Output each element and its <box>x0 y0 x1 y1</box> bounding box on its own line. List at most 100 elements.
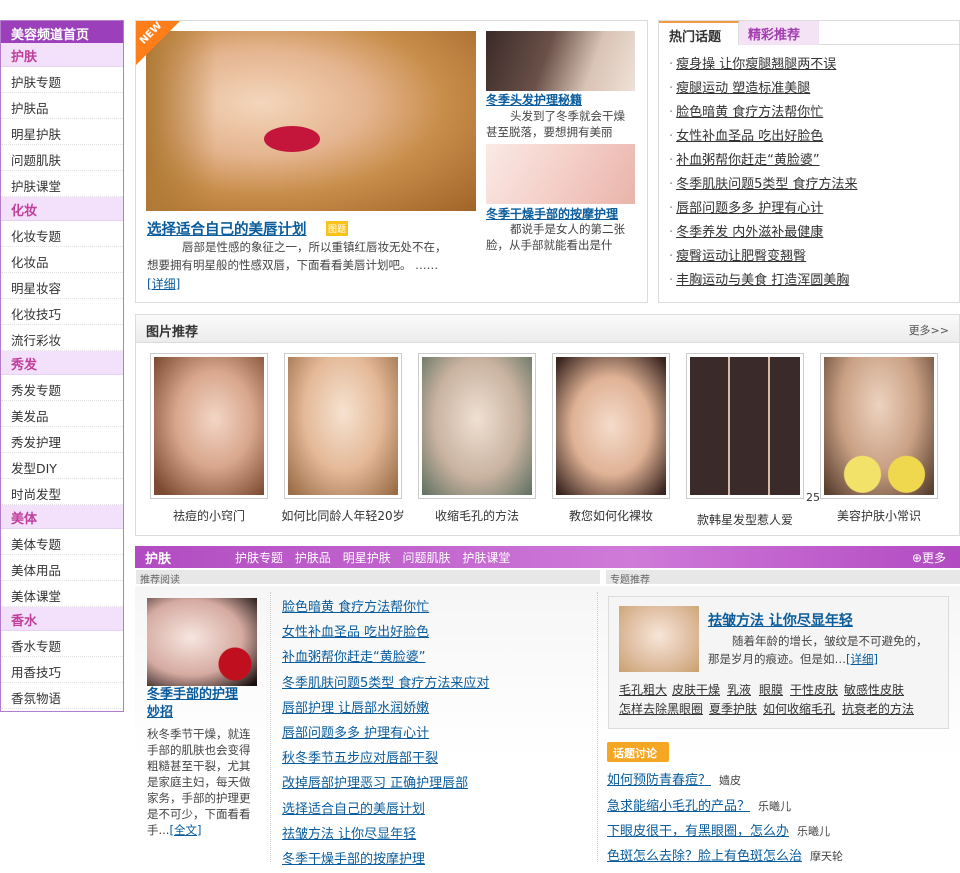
list-item[interactable]: · 女性补血圣品 吃出好脸色 <box>669 125 959 149</box>
article-link[interactable]: 脸色暗黄 食疗方法帮你忙 <box>282 596 489 621</box>
nav-cat-body[interactable]: 美体 <box>1 505 123 529</box>
topic-title[interactable]: 祛皱方法 让你尽显年轻 <box>708 610 853 630</box>
list-item[interactable]: · 瘦臀运动让肥臀变翘臀 <box>669 245 959 269</box>
nav-item[interactable]: 美体课堂 <box>1 581 123 607</box>
article-link[interactable]: 冬季肌肤问题5类型 食疗方法来应对 <box>282 672 489 697</box>
tag-link[interactable]: 抗衰老的方法 <box>842 700 914 717</box>
discussion-item[interactable]: 急求能缩小毛孔的产品？ 乐曦儿 <box>607 795 791 814</box>
full-text-link[interactable]: [全文] <box>169 823 201 837</box>
bullet-icon: · <box>669 177 674 192</box>
nav-item[interactable]: 化妆技巧 <box>1 299 123 325</box>
subnav-link[interactable]: 护肤课堂 <box>462 551 510 565</box>
nav-item[interactable]: 秀发护理 <box>1 427 123 453</box>
discussion-item[interactable]: 下眼皮很干，有黑眼圈，怎么办 乐曦儿 <box>607 820 830 839</box>
article-link[interactable]: 补血粥帮你赶走“黄脸婆” <box>282 646 489 671</box>
list-item[interactable]: · 脸色暗黄 食疗方法帮你忙 <box>669 101 959 125</box>
featured-side1-title[interactable]: 冬季头发护理秘籍 <box>486 91 582 108</box>
featured-side2-photo[interactable] <box>486 144 635 204</box>
tag-link[interactable]: 怎样去除黑眼圈 <box>619 700 703 717</box>
picture-card[interactable] <box>284 353 402 499</box>
nav-item[interactable]: 化妆专题 <box>1 221 123 247</box>
nav-item[interactable]: 流行彩妆 <box>1 325 123 351</box>
nav-cat-skincare[interactable]: 护肤 <box>1 43 123 67</box>
nav-item[interactable]: 用香技巧 <box>1 657 123 683</box>
nav-item[interactable]: 美体专题 <box>1 529 123 555</box>
nav-item[interactable]: 发型DIY <box>1 453 123 479</box>
picture-card[interactable] <box>418 353 536 499</box>
picture-card[interactable] <box>820 353 938 499</box>
discussion-author: 乐曦儿 <box>758 800 792 813</box>
subnav-link[interactable]: 明星护肤 <box>343 551 391 565</box>
article-link[interactable]: 女性补血圣品 吃出好脸色 <box>282 621 489 646</box>
nav-item[interactable]: 护肤课堂 <box>1 171 123 197</box>
nav-item[interactable]: 护肤专题 <box>1 67 123 93</box>
subnav-link[interactable]: 护肤专题 <box>235 551 283 565</box>
article-title[interactable]: 冬季手部的护理 妙招 <box>147 686 271 722</box>
tag-link[interactable]: 毛孔粗大 <box>619 681 667 698</box>
subnav-link[interactable]: 护肤品 <box>295 551 331 565</box>
article-link[interactable]: 选择适合自己的美唇计划 <box>282 798 489 823</box>
list-item[interactable]: · 补血粥帮你赶走“黄脸婆” <box>669 149 959 173</box>
picture-caption[interactable]: 如何比同龄人年轻20岁 <box>276 507 410 524</box>
article-link[interactable]: 秋冬季节五步应对唇部干裂 <box>282 747 489 772</box>
nav-item[interactable]: 明星妆容 <box>1 273 123 299</box>
tab-featured-picks[interactable]: 精彩推荐 <box>739 21 819 45</box>
discussion-item[interactable]: 色斑怎么去除？脸上有色斑怎么治 摩天轮 <box>607 845 843 864</box>
tab-hot-topics[interactable]: 热门话题 <box>659 21 739 45</box>
picture-card[interactable] <box>552 353 670 499</box>
picture-card[interactable] <box>150 353 268 499</box>
featured-main-more-link[interactable]: [详细] <box>147 275 180 292</box>
tag-link[interactable]: 夏季护肤 <box>709 700 757 717</box>
nav-cat-perfume[interactable]: 香水 <box>1 607 123 631</box>
nav-item[interactable]: 秀发专题 <box>1 375 123 401</box>
list-item[interactable]: · 唇部问题多多 护理有心计 <box>669 197 959 221</box>
nav-item[interactable]: 明星护肤 <box>1 119 123 145</box>
nav-header[interactable]: 美容频道首页 <box>1 21 123 43</box>
article-link[interactable]: 改掉唇部护理恶习 正确护理唇部 <box>282 772 489 797</box>
picture-caption[interactable]: 美容护肤小常识 <box>812 507 946 524</box>
tag-link[interactable]: 眼膜 <box>759 681 783 698</box>
list-item[interactable]: · 冬季养发 内外滋补最健康 <box>669 221 959 245</box>
nav-item[interactable]: 护肤品 <box>1 93 123 119</box>
featured-side1-photo[interactable] <box>486 31 635 91</box>
tag-link[interactable]: 皮肤干燥 <box>672 681 720 698</box>
list-item[interactable]: · 丰胸运动与美食 打造浑圆美胸 <box>669 269 959 293</box>
more-link[interactable]: 更多>> <box>909 322 949 338</box>
nav-item[interactable]: 香氛物语 <box>1 683 123 709</box>
picture-caption[interactable]: 祛痘的小窍门 <box>142 507 276 524</box>
topic-more-link[interactable]: [详细] <box>846 652 878 666</box>
nav-item[interactable]: 美发品 <box>1 401 123 427</box>
nav-item[interactable]: 香水专题 <box>1 631 123 657</box>
list-item[interactable]: · 瘦腿运动 塑造标准美腿 <box>669 77 959 101</box>
list-item[interactable]: · 冬季肌肤问题5类型 食疗方法来 <box>669 173 959 197</box>
nav-cat-hair[interactable]: 秀发 <box>1 351 123 375</box>
bullet-icon: · <box>669 153 674 168</box>
section-title[interactable]: 护肤 <box>145 548 171 567</box>
article-photo[interactable] <box>147 598 257 686</box>
tag-link[interactable]: 干性皮肤 <box>790 681 838 698</box>
list-item[interactable]: · 瘦身操 让你瘦腿翘腿两不误 <box>669 53 959 77</box>
discussion-item[interactable]: 如何预防青春痘？ 嫱皮 <box>607 769 741 788</box>
nav-cat-makeup[interactable]: 化妆 <box>1 197 123 221</box>
more-link[interactable]: ⊕更多 <box>912 549 946 566</box>
featured-main-photo[interactable] <box>146 31 476 211</box>
article-link[interactable]: 祛皱方法 让你尽显年轻 <box>282 823 489 848</box>
topic-photo[interactable] <box>619 606 699 672</box>
nav-item[interactable]: 问题肌肤 <box>1 145 123 171</box>
bullet-icon: · <box>669 249 674 264</box>
article-link[interactable]: 冬季干燥手部的按摩护理 <box>282 848 489 873</box>
picture-card[interactable] <box>686 353 804 499</box>
nav-item[interactable]: 美体用品 <box>1 555 123 581</box>
tag-link[interactable]: 敏感性皮肤 <box>844 681 904 698</box>
nav-item[interactable]: 化妆品 <box>1 247 123 273</box>
subnav-link[interactable]: 问题肌肤 <box>403 551 451 565</box>
picture-caption[interactable]: 教您如何化裸妆 <box>544 507 678 524</box>
picture-caption[interactable]: 款韩星发型惹人爱 <box>678 511 812 528</box>
tag-link[interactable]: 如何收缩毛孔 <box>763 700 835 717</box>
featured-main-title[interactable]: 选择适合自己的美唇计划 <box>147 218 307 239</box>
picture-caption[interactable]: 收缩毛孔的方法 <box>410 507 544 524</box>
article-link[interactable]: 唇部护理 让唇部水润娇嫩 <box>282 697 489 722</box>
article-link[interactable]: 唇部问题多多 护理有心计 <box>282 722 489 747</box>
tag-link[interactable]: 乳液 <box>727 681 751 698</box>
nav-item[interactable]: 时尚发型 <box>1 479 123 505</box>
